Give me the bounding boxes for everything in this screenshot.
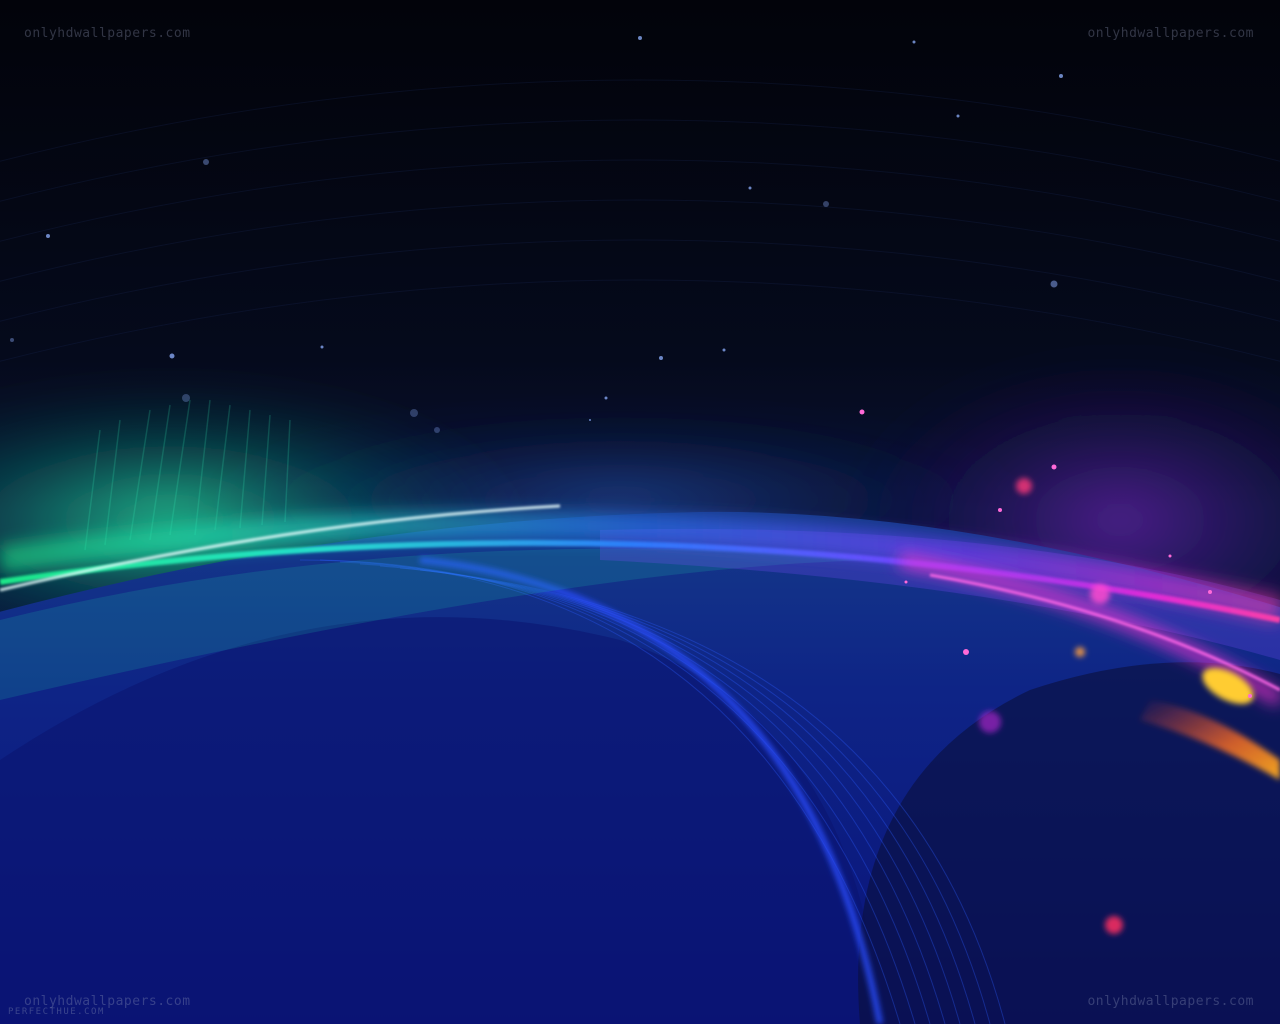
credit-watermark: PERFECTHUE.COM — [8, 1007, 105, 1017]
abstract-wallpaper-art — [0, 0, 1280, 1024]
watermark-top-left: onlyhdwallpapers.com — [24, 26, 191, 41]
watermark-bottom-right: onlyhdwallpapers.com — [1087, 994, 1254, 1009]
watermark-top-right: onlyhdwallpapers.com — [1087, 26, 1254, 41]
wallpaper: onlyhdwallpapers.com onlyhdwallpapers.co… — [0, 0, 1280, 1024]
